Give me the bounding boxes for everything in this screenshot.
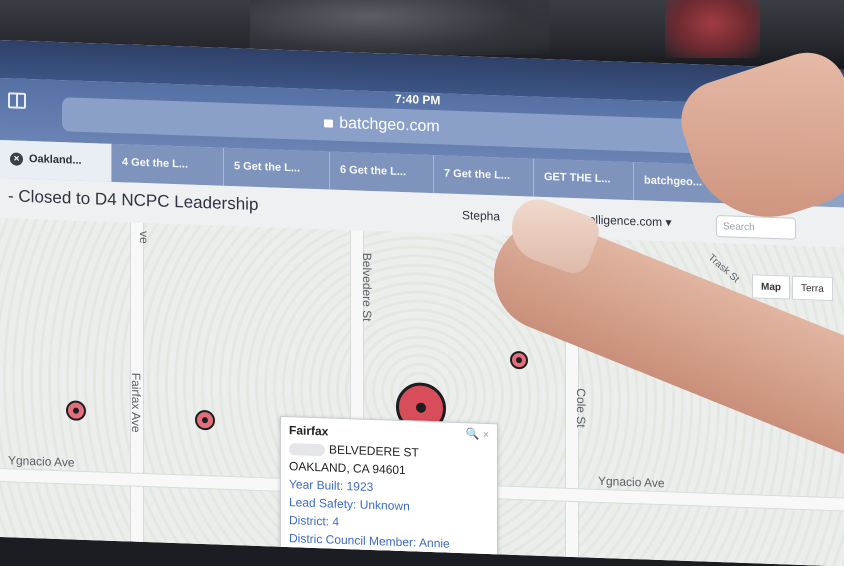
status-time: 7:40 PM — [395, 91, 441, 108]
popup-close-icon[interactable]: 🔍 × — [466, 427, 489, 441]
street-label-ygnacio-left: Ygnacio Ave — [8, 453, 75, 470]
lock-icon — [324, 119, 334, 128]
tab-get-the[interactable]: GET THE L... — [534, 158, 634, 201]
map-marker[interactable] — [510, 350, 528, 370]
tab-5-get-the[interactable]: 5 Get the L... — [224, 147, 330, 190]
terrain-type-button[interactable]: Terra — [792, 275, 833, 302]
popup-street: BELVEDERE ST — [289, 441, 419, 460]
tab-close-icon[interactable]: × — [10, 152, 23, 166]
popup-city: OAKLAND, CA 94601 — [289, 459, 406, 478]
header-user: Stepha — [462, 208, 501, 224]
redacted-number — [289, 442, 325, 457]
background-red-car — [665, 0, 760, 58]
info-popup: 🔍 × Fairfax BELVEDERE ST OAKLAND, CA 946… — [280, 415, 498, 566]
map-marker[interactable] — [66, 400, 86, 422]
popup-title: Fairfax — [289, 423, 329, 439]
tab-label: 4 Get the L... — [122, 156, 189, 171]
tab-oakland[interactable]: × Oakland... — [0, 140, 112, 182]
popup-year-built: Year Built: 1923 — [289, 477, 374, 495]
street-label-cole: Cole St — [574, 388, 588, 428]
tab-4-get-the[interactable]: 4 Get the L... — [112, 143, 224, 186]
map-type-button[interactable]: Map — [752, 274, 790, 300]
street-label-ygnacio-right: Ygnacio Ave — [598, 473, 665, 491]
map-marker[interactable] — [195, 409, 215, 431]
tab-label: 6 Get the L... — [340, 163, 407, 179]
popup-street-text: BELVEDERE ST — [329, 442, 419, 460]
popup-district: District: 4 — [289, 513, 340, 529]
page-title: - Closed to D4 NCPC Leadership — [8, 186, 259, 215]
url-text: batchgeo.com — [339, 114, 440, 136]
popup-lead-safety: Lead Safety: Unknown — [289, 495, 410, 514]
street-label-trask: Trask St — [705, 252, 742, 286]
street-label-fairfax: Fairfax Ave — [129, 372, 143, 433]
tab-7-get-the[interactable]: 7 Get the L... — [434, 155, 534, 197]
popup-council-member: Distric Council Member: Annie — [289, 531, 450, 551]
tab-label: batchgeo... — [644, 174, 703, 189]
tab-label: 5 Get the L... — [234, 160, 301, 175]
tab-6-get-the[interactable]: 6 Get the L... — [330, 151, 434, 194]
tab-label: 7 Get the L... — [444, 167, 511, 182]
bookmarks-icon[interactable] — [8, 92, 26, 109]
street-label-ve: ve — [137, 230, 151, 244]
background-car — [250, 0, 550, 55]
street-label-belvedere: Belvedere St — [360, 252, 374, 322]
search-input[interactable]: Search — [716, 215, 796, 240]
tab-label: GET THE L... — [544, 170, 611, 186]
tab-label: Oakland... — [29, 153, 82, 167]
